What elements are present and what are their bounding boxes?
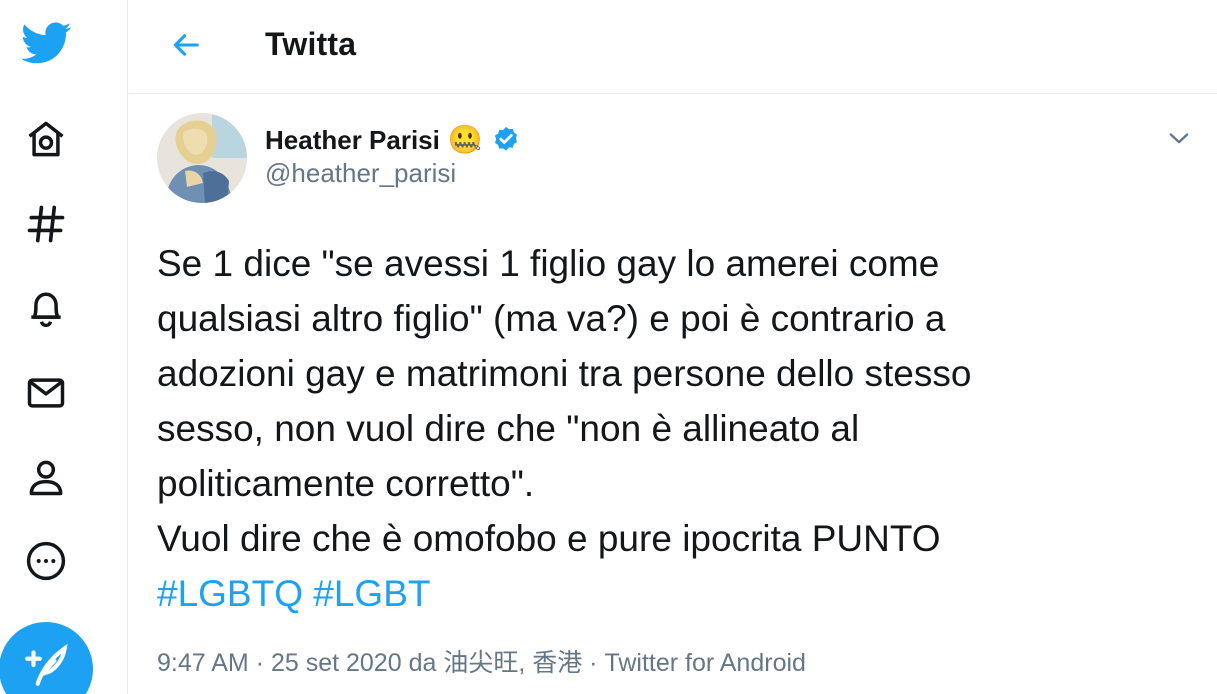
hashtag-icon[interactable] xyxy=(16,194,76,254)
tweet-text-line: sesso, non vuol dire che "non è allineat… xyxy=(157,408,860,449)
twitter-bird-icon[interactable] xyxy=(16,12,76,72)
bell-icon[interactable] xyxy=(16,278,76,338)
tweet-text-line: Se 1 dice "se avessi 1 figlio gay lo ame… xyxy=(157,243,940,284)
hashtag-link[interactable]: #LGBTQ xyxy=(157,573,303,614)
page-title: Twitta xyxy=(265,26,357,62)
tweet-date[interactable]: 25 set 2020 da xyxy=(271,649,443,677)
tweet-text-line: adozioni gay e matrimoni tra persone del… xyxy=(157,353,972,394)
arrow-left-icon xyxy=(173,34,199,56)
author-name[interactable]: Heather Parisi xyxy=(265,125,440,156)
hashtag-link[interactable]: #LGBT xyxy=(313,573,430,614)
tweet-source[interactable]: Twitter for Android xyxy=(604,649,805,677)
tweet-text-line: qualsiasi altro figlio" (ma va?) e poi è… xyxy=(157,298,946,339)
compose-feather-icon xyxy=(25,643,68,686)
tweet-metadata: 9:47 AM · 25 set 2020 da 油尖旺, 香港 · Twitt… xyxy=(157,643,806,679)
author-name-row: Heather Parisi 🤐 xyxy=(265,122,521,158)
avatar[interactable] xyxy=(157,113,247,203)
tweet: Heather Parisi 🤐 @heather_parisi Se 1 di… xyxy=(129,94,1217,694)
main-column: Twitta Heather Parisi 🤐 @heather_parisi … xyxy=(129,0,1217,694)
meta-separator: · xyxy=(248,649,271,677)
tweet-options-button[interactable] xyxy=(1159,118,1199,158)
meta-separator: · xyxy=(582,649,605,677)
tweet-text-line: Vuol dire che è omofobo e pure ipocrita … xyxy=(157,518,941,559)
tweet-location[interactable]: 油尖旺, 香港 xyxy=(443,649,582,677)
envelope-icon[interactable] xyxy=(16,363,76,423)
more-circle-icon[interactable] xyxy=(16,531,76,591)
hashtag-row: #LGBTQ #LGBT xyxy=(157,566,1167,621)
sidebar-nav xyxy=(0,0,128,694)
compose-tweet-button[interactable] xyxy=(0,622,93,694)
page-header: Twitta xyxy=(129,0,1217,94)
chevron-down-icon xyxy=(1169,133,1189,144)
zipper-mouth-emoji: 🤐 xyxy=(447,124,483,155)
back-button[interactable] xyxy=(159,22,213,68)
tweet-text-line: politicamente corretto". xyxy=(157,463,535,504)
author-handle[interactable]: @heather_parisi xyxy=(265,158,456,189)
tweet-time[interactable]: 9:47 AM xyxy=(157,649,249,677)
app: Twitta Heather Parisi 🤐 @heather_parisi … xyxy=(0,0,1217,694)
verified-badge-icon xyxy=(494,126,517,151)
tweet-text: Se 1 dice "se avessi 1 figlio gay lo ame… xyxy=(157,236,1167,621)
person-icon[interactable] xyxy=(16,447,76,507)
home-icon[interactable] xyxy=(16,109,76,169)
